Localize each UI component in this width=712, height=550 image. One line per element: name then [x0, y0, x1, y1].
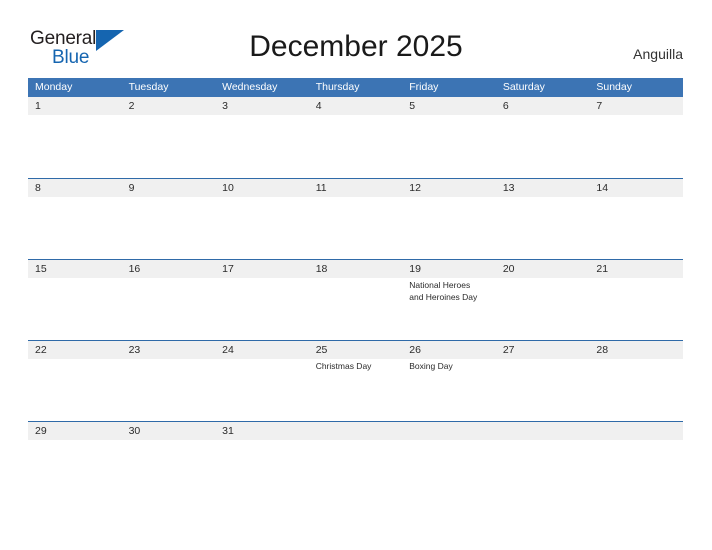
day-number: 9: [128, 182, 135, 194]
calendar-day-cell[interactable]: 12: [402, 179, 496, 260]
calendar-day-cell[interactable]: 24: [215, 341, 309, 422]
calendar-day-cell[interactable]: 31: [215, 422, 309, 503]
day-number: 8: [35, 182, 41, 194]
calendar-day-cell[interactable]: 16: [122, 260, 216, 341]
calendar-day-cell[interactable]: 4: [309, 97, 403, 178]
calendar-day-cell[interactable]: 20: [496, 260, 590, 341]
calendar-day-cell[interactable]: 15: [28, 260, 122, 341]
day-events: Boxing Day: [409, 361, 496, 373]
day-events: National Heroes and Heroines Day: [409, 280, 496, 303]
calendar-weeks: 1 2 3 4 5 6 7 8 9 10 11 12 13 14 15 16 17 18 19 National He…: [28, 97, 683, 502]
calendar-day-cell[interactable]: 27: [496, 341, 590, 422]
day-number: 23: [128, 344, 141, 356]
day-number: 28: [596, 344, 609, 356]
country-label: Anguilla: [633, 46, 683, 62]
calendar-day-cell[interactable]: 2: [122, 97, 216, 178]
calendar-week-row: 22 23 24 25 Christmas Day 26 Boxing Day 27 28: [28, 340, 683, 421]
day-number: 11: [315, 182, 327, 194]
calendar-day-cell[interactable]: 25 Christmas Day: [309, 341, 403, 422]
day-number: 31: [222, 425, 234, 437]
day-number: 15: [35, 263, 47, 275]
calendar-day-cell-empty: [496, 422, 590, 503]
day-number: 12: [409, 182, 421, 194]
calendar-day-cell[interactable]: 8: [28, 179, 122, 260]
day-events: Christmas Day: [316, 361, 403, 373]
weekday-header-wednesday: Wednesday: [222, 81, 278, 93]
calendar-grid: Monday Tuesday Wednesday Thursday Friday…: [28, 78, 683, 502]
day-number: 19: [409, 263, 421, 275]
calendar-day-cell[interactable]: 26 Boxing Day: [402, 341, 496, 422]
calendar-day-cell[interactable]: 30: [122, 422, 216, 503]
calendar-day-cell[interactable]: 9: [122, 179, 216, 260]
day-number: 22: [35, 344, 47, 356]
day-number: 5: [409, 100, 416, 112]
calendar-day-cell[interactable]: 11: [309, 179, 403, 260]
calendar-week-row: 1 2 3 4 5 6 7: [28, 97, 683, 178]
calendar-day-cell[interactable]: 19 National Heroes and Heroines Day: [402, 260, 496, 341]
page-title: December 2025: [249, 30, 463, 63]
calendar-day-cell[interactable]: 23: [122, 341, 216, 422]
day-number: 29: [35, 425, 47, 437]
holiday-event-text: Christmas Day: [315, 361, 372, 371]
week-cells: 8 9 10 11 12 13 14: [28, 179, 683, 260]
day-number: 26: [409, 344, 421, 356]
calendar-day-cell[interactable]: 13: [496, 179, 590, 260]
calendar-day-cell[interactable]: 22: [28, 341, 122, 422]
holiday-event-text: Boxing Day: [409, 361, 453, 371]
day-number: 3: [222, 100, 228, 112]
calendar-day-cell[interactable]: 6: [496, 97, 590, 178]
day-number: 27: [502, 344, 515, 356]
calendar-day-cell[interactable]: 7: [589, 97, 683, 178]
calendar-week-row: 29 30 31: [28, 421, 683, 502]
calendar-day-cell[interactable]: 29: [28, 422, 122, 503]
calendar-day-cell[interactable]: 1: [28, 97, 122, 178]
calendar-day-cell[interactable]: 3: [215, 97, 309, 178]
day-number: 24: [222, 344, 234, 356]
weekday-header-thursday: Thursday: [315, 81, 360, 93]
day-number: 14: [596, 182, 609, 194]
day-number: 16: [128, 263, 141, 275]
calendar-day-cell-empty: [309, 422, 403, 503]
weekday-header-monday: Monday: [35, 81, 73, 93]
calendar-day-cell[interactable]: 28: [589, 341, 683, 422]
weekday-header-tuesday: Tuesday: [128, 81, 169, 93]
calendar-page: General Blue December 2025 Anguilla Mond…: [0, 0, 712, 550]
weekday-header-friday: Friday: [409, 81, 439, 93]
weekday-header-sunday: Sunday: [596, 81, 632, 93]
holiday-event-text: National Heroes: [409, 280, 471, 290]
calendar-day-cell[interactable]: 18: [309, 260, 403, 341]
calendar-week-row: 8 9 10 11 12 13 14: [28, 178, 683, 259]
calendar-day-cell[interactable]: 14: [589, 179, 683, 260]
day-number: 30: [128, 425, 141, 437]
day-number: 7: [596, 100, 603, 112]
weekday-header-saturday: Saturday: [502, 81, 545, 93]
week-cells: 22 23 24 25 Christmas Day 26 Boxing Day 27 28: [28, 341, 683, 422]
calendar-day-cell[interactable]: 10: [215, 179, 309, 260]
week-cells: 1 2 3 4 5 6 7: [28, 97, 683, 178]
calendar-week-row: 15 16 17 18 19 National Heroes and Heroines Da…: [28, 259, 683, 340]
holiday-event-text: and Heroines Day: [409, 291, 478, 302]
day-number: 1: [35, 100, 41, 112]
page-header: General Blue December 2025 Anguilla: [0, 0, 712, 78]
week-cells: 15 16 17 18 19 National Heroes and Heroines Da…: [28, 260, 683, 341]
day-number: 17: [222, 263, 234, 275]
calendar-day-cell[interactable]: 5: [402, 97, 496, 178]
day-number: 6: [502, 100, 509, 112]
day-number: 21: [596, 263, 609, 275]
weekday-header-row: Monday Tuesday Wednesday Thursday Friday…: [28, 78, 683, 97]
day-number: 2: [128, 100, 135, 112]
calendar-day-cell[interactable]: 17: [215, 260, 309, 341]
calendar-day-cell-empty: [589, 422, 683, 503]
calendar-day-cell[interactable]: 21: [589, 260, 683, 341]
day-number: 13: [502, 182, 515, 194]
day-number: 4: [315, 100, 322, 112]
day-number: 18: [315, 263, 328, 275]
day-number: 25: [315, 344, 328, 356]
day-number: 20: [502, 263, 515, 275]
day-number: 10: [222, 182, 234, 194]
week-cells: 29 30 31: [28, 422, 683, 503]
calendar-day-cell-empty: [402, 422, 496, 503]
